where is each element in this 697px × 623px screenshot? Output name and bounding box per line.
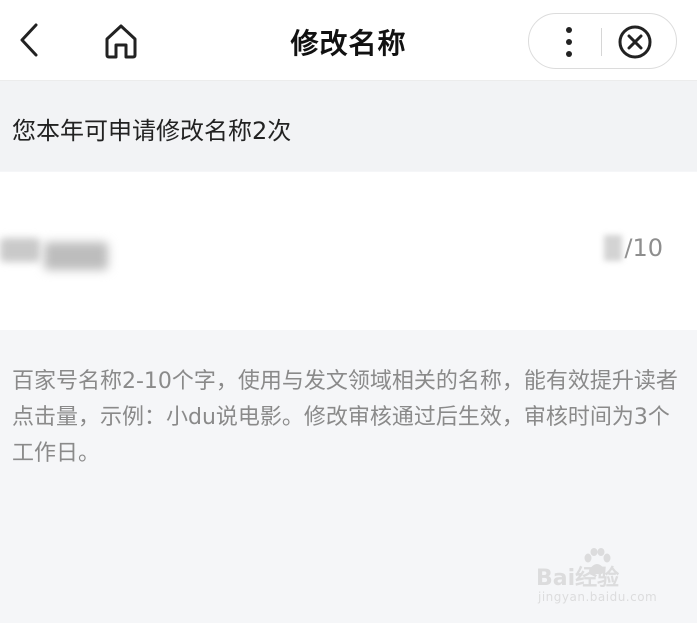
more-button[interactable]: [549, 20, 589, 64]
notice-text: 您本年可申请修改名称2次: [12, 117, 292, 145]
watermark: Bai经验 jingyan.baidu.com: [536, 548, 676, 608]
more-vertical-icon: [566, 27, 572, 57]
redacted-name-part: [44, 242, 108, 270]
modify-quota-notice: 您本年可申请修改名称2次: [0, 81, 697, 171]
redacted-name-part: [0, 238, 40, 262]
char-counter: /10: [604, 234, 663, 262]
mini-program-capsule: [528, 13, 677, 69]
naming-hint: 百家号名称2-10个字，使用与发文领域相关的名称，能有效提升读者点击量，示例：小…: [12, 369, 678, 466]
close-button[interactable]: [615, 22, 655, 62]
top-nav-bar: 修改名称: [0, 0, 697, 81]
close-circle-icon: [618, 25, 652, 59]
watermark-brand: Bai经验: [536, 566, 620, 591]
char-counter-max: /10: [624, 234, 663, 262]
capsule-divider: [601, 28, 602, 56]
redacted-count: [604, 235, 623, 261]
name-input-card: /10: [0, 172, 697, 330]
watermark-url: jingyan.baidu.com: [538, 590, 658, 604]
